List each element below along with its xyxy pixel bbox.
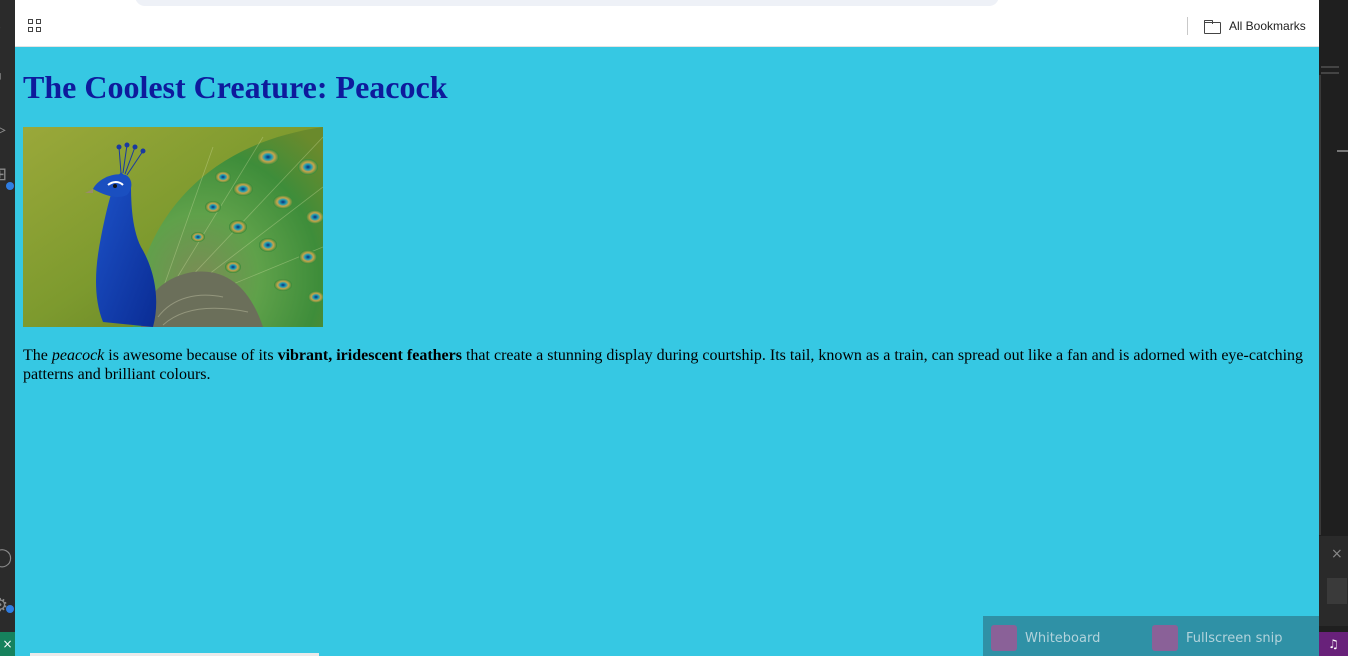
- fullscreen-snip-button[interactable]: Fullscreen snip: [1152, 624, 1282, 652]
- minimap: [1319, 75, 1321, 535]
- close-icon[interactable]: ×: [1331, 546, 1343, 562]
- editor-right-area: × ♫: [1319, 0, 1348, 656]
- folder-icon: [1204, 19, 1221, 34]
- notification-badge: [6, 182, 14, 190]
- browser-bookmarks-bar: All Bookmarks: [15, 0, 1319, 47]
- editor-line: [1321, 66, 1339, 68]
- desc-strong: vibrant, iridescent feathers: [277, 347, 462, 364]
- run-debug-icon[interactable]: ▷: [0, 120, 12, 140]
- desc-text-2: is awesome because of its: [104, 347, 278, 364]
- notification-button[interactable]: [1327, 578, 1347, 604]
- fullscreen-snip-icon: [1152, 625, 1178, 651]
- editor-activity-bar: ⌕ ⑂ ▷ ⊞ ◯ ⚙ ×: [0, 0, 15, 656]
- address-bar[interactable]: [135, 0, 999, 6]
- browser-window: All Bookmarks The Coolest Creature: Peac…: [15, 0, 1319, 656]
- apps-grid-icon[interactable]: [28, 19, 42, 33]
- whiteboard-icon: [991, 625, 1017, 651]
- account-icon[interactable]: ◯: [0, 548, 12, 568]
- toolbar-divider: [1187, 17, 1188, 35]
- desc-emphasis: peacock: [51, 347, 105, 364]
- peacock-description: The peacock is awesome because of its vi…: [23, 347, 1313, 384]
- snip-toolbar: Whiteboard Fullscreen snip: [983, 616, 1319, 656]
- page-title: The Coolest Creature: Peacock: [23, 69, 448, 105]
- all-bookmarks-label: All Bookmarks: [1229, 19, 1306, 33]
- scrollbar-indicator: [1337, 150, 1348, 152]
- peacock-image: [23, 127, 323, 327]
- bell-icon: ♫: [1328, 637, 1339, 651]
- search-icon[interactable]: ⌕: [0, 18, 12, 38]
- status-bar-item[interactable]: ♫: [1319, 632, 1348, 656]
- desc-text-1: The: [23, 347, 52, 364]
- whiteboard-label: Whiteboard: [1025, 630, 1101, 646]
- fullscreen-snip-label: Fullscreen snip: [1186, 630, 1283, 646]
- editor-line: [1321, 72, 1339, 74]
- all-bookmarks-button[interactable]: All Bookmarks: [1204, 16, 1306, 36]
- whiteboard-button[interactable]: Whiteboard: [991, 624, 1100, 652]
- source-control-icon[interactable]: ⑂: [0, 70, 12, 90]
- settings-badge: [6, 605, 14, 613]
- remote-indicator-icon[interactable]: ×: [0, 632, 15, 656]
- page-content: The Coolest Creature: Peacock The peacoc…: [15, 47, 1319, 656]
